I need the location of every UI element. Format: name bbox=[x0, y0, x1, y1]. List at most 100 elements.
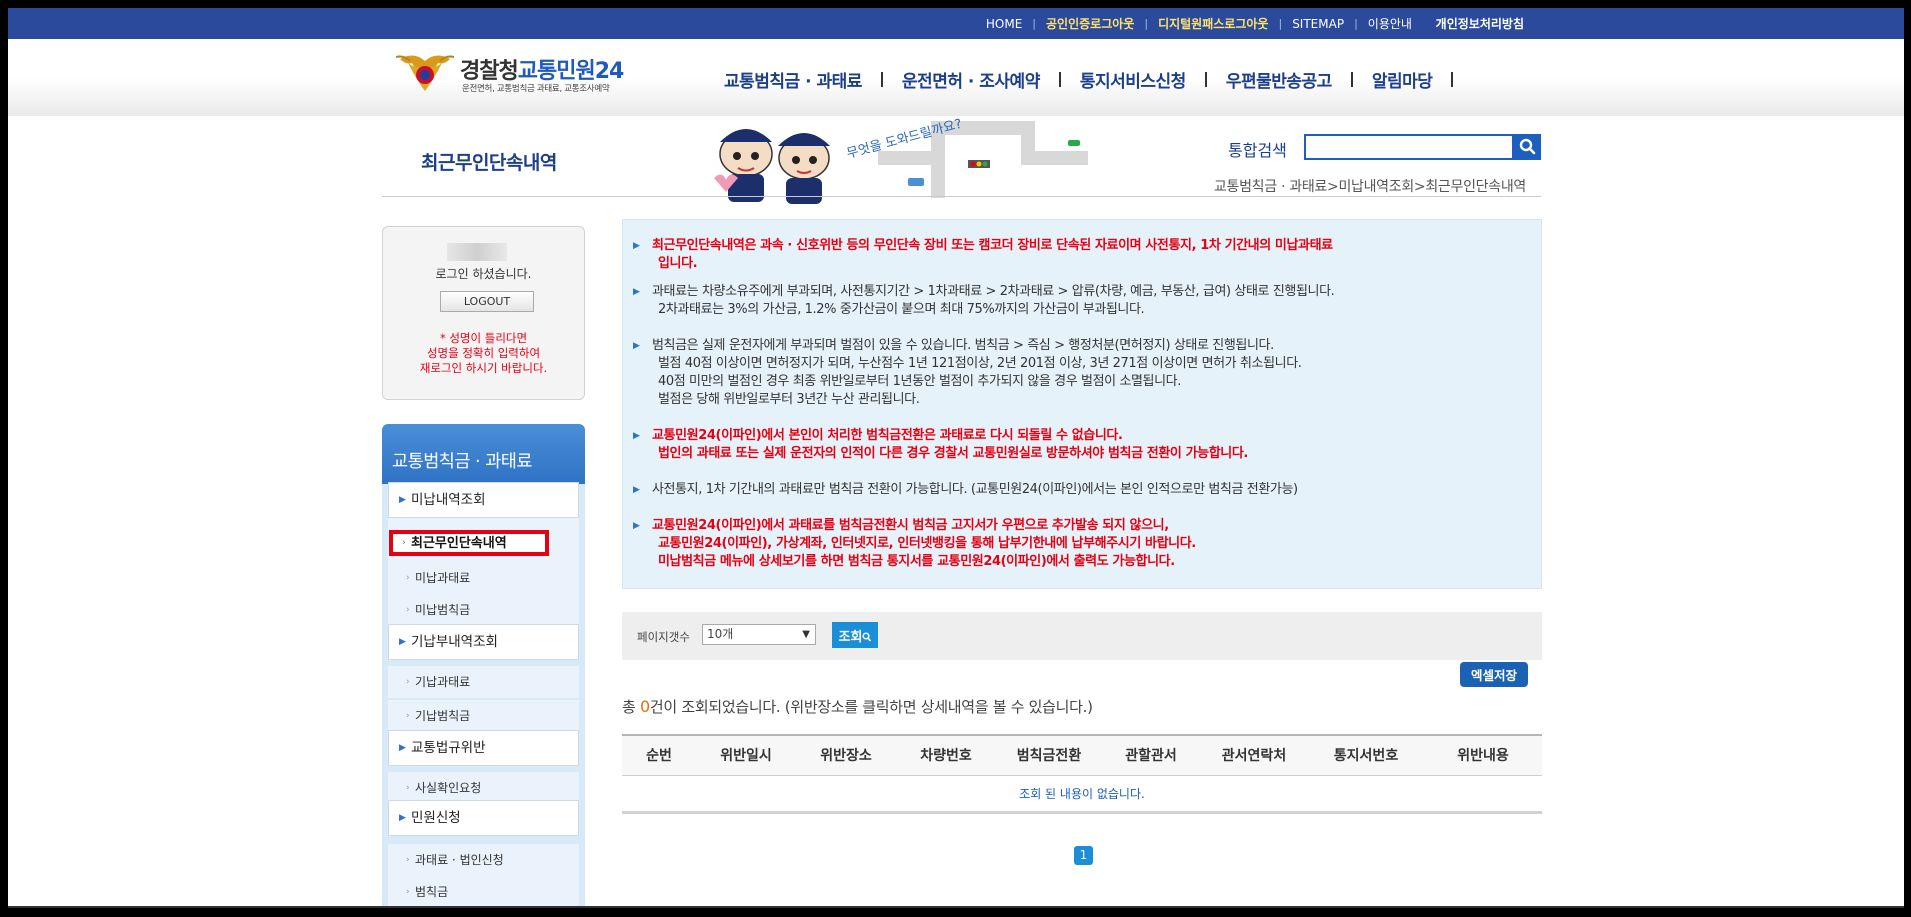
browser-page: HOME | 공인인증로그아웃 | 디지털원패스로그아웃 | SITEMAP |… bbox=[8, 8, 1904, 908]
menu-paid-history[interactable]: ▶ 기납부내역조회 bbox=[388, 624, 579, 660]
menu-label: 과태료 · 법인신청 bbox=[415, 853, 504, 867]
query-label: 조회 bbox=[838, 629, 863, 645]
gnb-returned-mail[interactable]: 우편물반송공고 bbox=[1226, 67, 1332, 92]
logo-subtitle: 운전면허, 교통범칙금 과태료, 교통조사예약 bbox=[462, 84, 610, 94]
col-header: 위반내용 bbox=[1424, 734, 1542, 776]
gnb-fines[interactable]: 교통범칙금 · 과태료 bbox=[724, 67, 862, 92]
menu-label: 기납부내역조회 bbox=[411, 634, 498, 650]
query-button[interactable]: 조회 bbox=[832, 622, 878, 648]
menu-label: 미납범칙금 bbox=[415, 603, 471, 617]
site-logo[interactable]: 경찰청교통민원24 운전면허, 교통범칙금 과태료, 교통조사예약 bbox=[394, 49, 654, 99]
notice-line: 사전통지, 1차 기간내의 과태료만 범칙금 전환이 가능합니다. (교통민원2… bbox=[652, 482, 1298, 497]
breadcrumb: 교통범칙금 · 과태료>미납내역조회>최근무인단속내역 bbox=[1213, 179, 1526, 195]
login-warning-line: 성명을 정확히 입력하여 bbox=[426, 346, 541, 360]
summary-prefix: 총 bbox=[622, 698, 640, 716]
footer-strip bbox=[8, 906, 1904, 908]
menu-paid-fines[interactable]: › 기납과태료 bbox=[388, 666, 579, 698]
search-icon bbox=[1519, 138, 1536, 155]
menu-label: 사실확인요청 bbox=[415, 781, 482, 795]
table-header-row: 순번 위반일시 위반장소 차량번호 범칙금전환 관할관서 관서연락처 통지서번호… bbox=[622, 734, 1542, 776]
arrow-right-icon: › bbox=[406, 573, 410, 583]
search-button[interactable] bbox=[1514, 134, 1541, 160]
chevron-down-icon: ▼ bbox=[802, 629, 810, 640]
page-title: 최근무인단속내역 bbox=[421, 152, 557, 174]
menu-label: 범칙금 bbox=[415, 885, 449, 899]
notice-line: 교통민원24(이파인)에서 본인이 처리한 범칙금전환은 과태료로 다시 되돌릴… bbox=[652, 428, 1123, 443]
privacy-policy-link[interactable]: 개인정보처리방침 bbox=[1436, 15, 1524, 32]
menu-recent-enforcement[interactable]: › 최근무인단속내역 bbox=[389, 530, 549, 556]
menu-fine-corporate[interactable]: › 과태료 · 법인신청 bbox=[388, 844, 579, 876]
login-box: 로그인 하셨습니다. LOGOUT * 성명이 틀리다면 성명을 정확히 입력하… bbox=[382, 226, 585, 400]
notice-line: 범칙금은 실제 운전자에게 부과되며 벌점이 있을 수 있습니다. 범칙금 > … bbox=[652, 338, 1274, 353]
menu-unpaid-fines[interactable]: › 미납과태료 bbox=[388, 562, 579, 594]
arrow-right-icon: ▶ bbox=[399, 637, 406, 647]
arrow-right-icon: › bbox=[406, 605, 410, 615]
mascot-illustration: 무엇을 도와드릴까요? bbox=[714, 118, 1088, 204]
col-header: 차량번호 bbox=[896, 734, 996, 776]
menu-unpaid-penalty[interactable]: › 미납범칙금 bbox=[388, 594, 579, 626]
menu-label: 기납범칙금 bbox=[415, 709, 471, 723]
arrow-right-icon: ▶ bbox=[399, 495, 406, 505]
police-emblem-icon bbox=[395, 55, 455, 91]
gnb-divider bbox=[1350, 72, 1353, 87]
notice-box: ▶ 최근무인단속내역은 과속 · 신호위반 등의 무인단속 장비 또는 캠코더 … bbox=[622, 219, 1542, 589]
onepass-logout-link[interactable]: 디지털원패스로그아웃 bbox=[1158, 15, 1268, 32]
col-header: 범칙금전환 bbox=[996, 734, 1102, 776]
page-count-select[interactable]: 10개 ▼ bbox=[702, 624, 816, 645]
search-icon bbox=[862, 631, 872, 642]
excel-export-button[interactable]: 엑셀저장 bbox=[1460, 662, 1528, 687]
arrow-right-icon: ▶ bbox=[399, 743, 406, 753]
arrow-right-icon: › bbox=[406, 711, 410, 721]
page-count-value: 10개 bbox=[707, 627, 734, 641]
main-nav: 교통범칙금 · 과태료 운전면허 · 조사예약 통지서비스신청 우편물반송공고 … bbox=[724, 67, 1472, 92]
guide-link[interactable]: 이용안내 bbox=[1368, 15, 1412, 32]
gnb-notification[interactable]: 통지서비스신청 bbox=[1080, 67, 1186, 92]
logo-title: 경찰청교통민원24 bbox=[460, 53, 624, 85]
user-name-blurred bbox=[447, 243, 507, 261]
home-link[interactable]: HOME bbox=[986, 17, 1022, 31]
menu-label: 미납내역조회 bbox=[411, 492, 486, 508]
col-header: 관할관서 bbox=[1102, 734, 1200, 776]
gnb-divider bbox=[1451, 72, 1454, 87]
gnb-divider bbox=[1058, 72, 1061, 87]
divider bbox=[382, 196, 1541, 197]
bullet-icon: ▶ bbox=[633, 431, 640, 441]
logout-button[interactable]: LOGOUT bbox=[440, 291, 534, 312]
arrow-right-icon: › bbox=[406, 887, 410, 897]
gnb-notice[interactable]: 알림마당 bbox=[1372, 67, 1433, 92]
search-input[interactable] bbox=[1304, 134, 1514, 160]
menu-unpaid-history[interactable]: ▶ 미납내역조회 bbox=[388, 482, 579, 518]
col-header: 관서연락처 bbox=[1200, 734, 1308, 776]
gnb-license[interactable]: 운전면허 · 조사예약 bbox=[902, 67, 1040, 92]
pagination-page[interactable]: 1 bbox=[1074, 846, 1093, 865]
menu-penalty[interactable]: › 범칙금 bbox=[388, 876, 579, 908]
result-summary: 총 0건이 조회되었습니다. (위반장소를 클릭하면 상세내역을 볼 수 있습니… bbox=[622, 696, 1093, 717]
col-header: 위반일시 bbox=[696, 734, 796, 776]
sitemap-link[interactable]: SITEMAP bbox=[1292, 17, 1344, 31]
table-row: 조회 된 내용이 없습니다. bbox=[622, 775, 1542, 814]
notice-line: 미납범칙금 메뉴에 상세보기를 하면 범칙금 통지서를 교통민원24(이파인)에… bbox=[658, 554, 1175, 569]
top-nav-separator: | bbox=[1032, 17, 1037, 30]
menu-paid-penalty[interactable]: › 기납범칙금 bbox=[388, 700, 579, 732]
login-warning-line: 재로그인 하시기 바랍니다. bbox=[419, 361, 548, 375]
menu-traffic-violation[interactable]: ▶ 교통법규위반 bbox=[388, 730, 579, 766]
login-warning: * 성명이 틀리다면 성명을 정확히 입력하여 재로그인 하시기 바랍니다. bbox=[383, 331, 584, 376]
notice-line: 40점 미만의 벌점인 경우 최종 위반일로부터 1년동안 벌점이 추가되지 않… bbox=[658, 374, 1181, 389]
notice-line: 2차과태료는 3%의 가산금, 1.2% 중가산금이 붙으며 최대 75%까지의… bbox=[658, 302, 1145, 317]
menu-civil-request[interactable]: ▶ 민원신청 bbox=[388, 800, 579, 836]
search-label: 통합검색 bbox=[1228, 141, 1287, 160]
menu-label: 미납과태료 bbox=[415, 571, 471, 585]
notice-line: 벌점 40점 이상이면 면허정지가 되며, 누산점수 1년 121점이상, 2년… bbox=[658, 356, 1302, 371]
col-header: 순번 bbox=[622, 734, 696, 776]
arrow-right-icon: › bbox=[406, 677, 410, 687]
bullet-icon: ▶ bbox=[633, 241, 640, 251]
notice-line: 교통민원24(이파인)에서 과태료를 범칙금전환시 범칙금 고지서가 우편으로 … bbox=[652, 518, 1169, 533]
cert-logout-link[interactable]: 공인인증로그아웃 bbox=[1046, 15, 1134, 32]
login-message: 로그인 하셨습니다. bbox=[435, 267, 532, 281]
side-menu-title: 교통범칙금 · 과태료 bbox=[392, 452, 533, 472]
empty-message: 조회 된 내용이 없습니다. bbox=[622, 775, 1542, 814]
search-options-bar: 페이지갯수 10개 ▼ 조회 bbox=[622, 612, 1542, 660]
bullet-icon: ▶ bbox=[633, 341, 640, 351]
login-warning-line: * 성명이 틀리다면 bbox=[439, 331, 528, 345]
arrow-right-icon: › bbox=[406, 855, 410, 865]
